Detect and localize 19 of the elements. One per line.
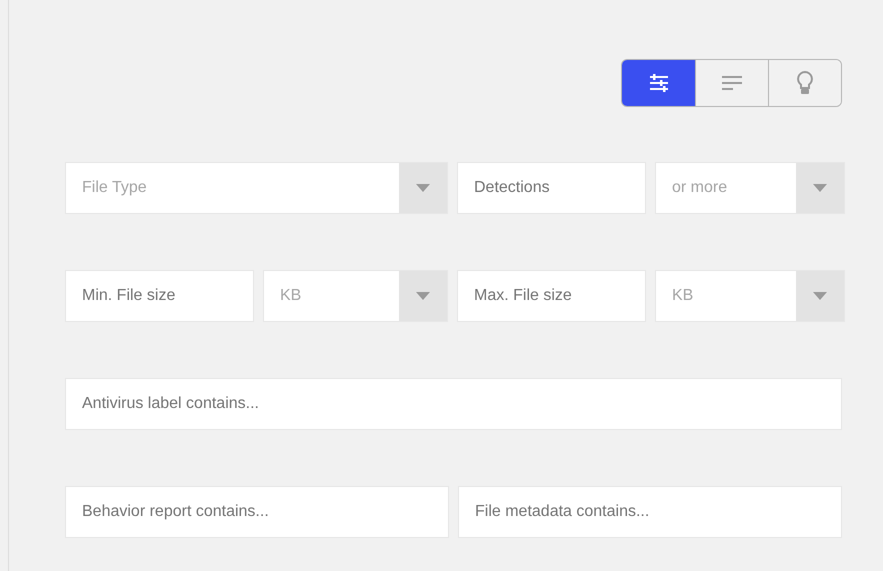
dropdown[interactable]: KB	[263, 270, 448, 322]
dropdown[interactable]: KB	[655, 270, 845, 322]
input-field[interactable]: Min. File size	[65, 270, 254, 322]
lightbulb-icon	[796, 70, 814, 96]
lines-icon	[721, 75, 743, 91]
input-field[interactable]: File metadata contains...	[458, 486, 842, 538]
caret-down-icon	[416, 184, 430, 192]
sliders-icon	[648, 74, 668, 92]
dropdown[interactable]: or more	[655, 162, 845, 214]
input-field[interactable]: Antivirus label contains...	[65, 378, 842, 430]
view-toggle-button[interactable]	[622, 60, 695, 106]
view-toggle-button[interactable]	[768, 60, 841, 106]
dropdown[interactable]: File Type	[65, 162, 448, 214]
caret-down-icon	[813, 184, 827, 192]
input-field[interactable]: Max. File size	[457, 270, 646, 322]
caret-down-icon	[416, 292, 430, 300]
caret-down-icon	[813, 292, 827, 300]
input-field[interactable]: Behavior report contains...	[65, 486, 449, 538]
input-field[interactable]: Detections	[457, 162, 646, 214]
